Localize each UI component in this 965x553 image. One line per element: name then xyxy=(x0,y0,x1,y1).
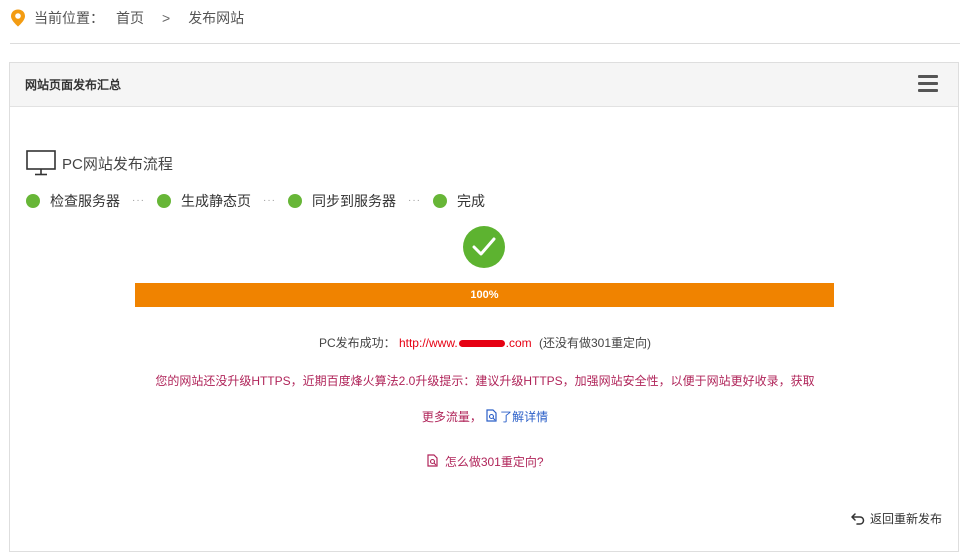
checkmark-circle-icon xyxy=(463,226,505,268)
hamburger-menu-icon[interactable] xyxy=(918,75,938,92)
breadcrumb-home-link[interactable]: 首页 xyxy=(116,8,144,28)
success-prefix: PC发布成功： xyxy=(318,336,396,350)
step-label: 完成 xyxy=(457,193,485,209)
step-done-dot xyxy=(26,194,40,208)
breadcrumb-separator: > xyxy=(162,10,171,26)
location-pin-icon xyxy=(11,9,25,27)
step-done-dot xyxy=(288,194,302,208)
publish-summary-panel: 网站页面发布汇总 PC网站发布流程 检查服务器 ··· 生成静态页 ··· 同步… xyxy=(9,62,959,552)
step-label: 检查服务器 xyxy=(50,193,120,209)
step-label: 生成静态页 xyxy=(181,193,251,209)
step-label: 同步到服务器 xyxy=(312,193,396,209)
monitor-icon xyxy=(26,150,56,176)
panel-header: 网站页面发布汇总 xyxy=(10,63,958,107)
breadcrumb-current: 发布网站 xyxy=(188,10,245,26)
panel-title: 网站页面发布汇总 xyxy=(25,78,122,92)
step-separator: ··· xyxy=(408,194,421,206)
breadcrumb-label: 当前位置： xyxy=(34,10,104,26)
flow-title: PC网站发布流程 xyxy=(26,150,173,176)
published-url-link[interactable]: http://www. .com xyxy=(399,336,532,350)
flow-title-text: PC网站发布流程 xyxy=(62,155,173,173)
success-message: PC发布成功： http://www. .com (还没有做301重定向) xyxy=(10,334,960,351)
step-separator: ··· xyxy=(132,194,145,206)
top-divider xyxy=(10,43,960,44)
howto-301-link[interactable]: 怎么做301重定向? xyxy=(10,453,960,470)
return-arrow-icon xyxy=(851,512,865,525)
document-link-icon xyxy=(427,454,439,467)
success-note: (还没有做301重定向) xyxy=(539,336,652,350)
progress-bar: 100% xyxy=(135,283,834,307)
step-done-dot xyxy=(157,194,171,208)
republish-button[interactable]: 返回重新发布 xyxy=(851,510,942,527)
https-warning: 您的网站还没升级HTTPS，近期百度烽火算法2.0升级提示：建议升级HTTPS，… xyxy=(150,363,820,435)
redacted-domain xyxy=(458,340,505,348)
breadcrumb: 当前位置： 首页 > 发布网站 xyxy=(10,8,244,28)
step-done-dot xyxy=(433,194,447,208)
publish-steps: 检查服务器 ··· 生成静态页 ··· 同步到服务器 ··· 完成 xyxy=(26,191,485,211)
progress-label: 100% xyxy=(470,289,499,301)
learn-more-link[interactable]: 了解详情 xyxy=(485,409,548,424)
step-check-server: 检查服务器 xyxy=(26,191,120,211)
step-separator: ··· xyxy=(263,194,276,206)
step-sync-server: 同步到服务器 xyxy=(288,191,396,211)
document-link-icon xyxy=(486,409,497,422)
step-generate-static: 生成静态页 xyxy=(157,191,251,211)
step-complete: 完成 xyxy=(433,191,485,211)
